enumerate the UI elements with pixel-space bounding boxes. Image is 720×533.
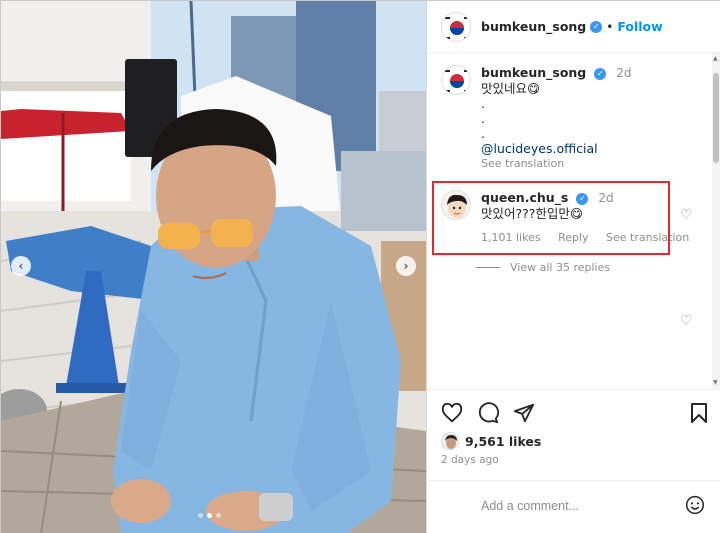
photo-illustration <box>1 1 426 533</box>
view-replies-toggle[interactable]: View all 35 replies <box>476 261 610 274</box>
comment-timestamp: 2d <box>598 191 614 205</box>
view-replies-label[interactable]: View all 35 replies <box>510 261 610 274</box>
verified-badge-icon: ✓ <box>576 192 589 205</box>
caption-mention-link[interactable]: @lucideyes.official <box>481 141 631 156</box>
caption-line: . <box>481 126 485 141</box>
likes-row: 9,561 likes <box>441 432 541 450</box>
comment-body: queen.chu_s ✓ 2d 맛있어???한입만😋 1,101 likes … <box>481 190 703 245</box>
comment-item: queen.chu_s ✓ 2d 맛있어???한입만😋 1,101 likes … <box>441 190 703 245</box>
scroll-down-arrow-icon[interactable]: ▼ <box>713 379 718 386</box>
carousel-dot <box>216 513 221 518</box>
verified-badge-icon: ✓ <box>594 67 607 80</box>
comments-scrollbar[interactable]: ▲ ▼ <box>712 53 720 388</box>
add-comment-input[interactable] <box>481 499 671 513</box>
post-header: bumkeun_song ✓ • Follow <box>427 1 720 53</box>
comment-icon[interactable] <box>477 402 499 424</box>
caption-avatar[interactable] <box>441 65 471 95</box>
scroll-up-arrow-icon[interactable]: ▲ <box>713 55 718 62</box>
caption-timestamp: 2d <box>616 66 632 80</box>
comment-see-translation[interactable]: See translation <box>606 231 689 244</box>
post-likes-count[interactable]: 9,561 likes <box>465 434 541 449</box>
instagram-post-window: ‹ › bumkeun_song ✓ • Follow bumkeun_song… <box>0 0 720 533</box>
reply-button[interactable]: Reply <box>558 231 588 244</box>
emoji-icon[interactable] <box>685 495 705 515</box>
caption-line: . <box>481 96 485 111</box>
replies-line <box>476 267 500 268</box>
comment-likes-count[interactable]: 1,101 likes <box>481 231 541 244</box>
comment-text: 맛있어???한입만😋 <box>481 206 583 221</box>
post-side-panel: bumkeun_song ✓ • Follow bumkeun_song ✓ 2… <box>426 1 720 533</box>
action-icons <box>441 402 535 424</box>
bookmark-icon[interactable] <box>689 402 709 424</box>
comment-meta: 1,101 likes Reply See translation <box>481 230 703 245</box>
verified-badge-icon: ✓ <box>590 20 603 33</box>
add-comment-bar <box>427 480 720 533</box>
like-heart-icon[interactable] <box>441 402 463 424</box>
carousel-next-button[interactable]: › <box>396 256 416 276</box>
post-photo[interactable]: ‹ › <box>1 1 426 533</box>
carousel-dot <box>198 513 203 518</box>
separator-dot: • <box>606 19 614 34</box>
caption-body: bumkeun_song ✓ 2d 맛있네요😋 . . . @lucideyes… <box>481 65 631 171</box>
caption-see-translation[interactable]: See translation <box>481 156 631 171</box>
author-avatar[interactable] <box>441 11 471 42</box>
caption-comment: bumkeun_song ✓ 2d 맛있네요😋 . . . @lucideyes… <box>441 65 631 171</box>
commenter-username[interactable]: queen.chu_s <box>481 190 568 205</box>
liker-avatar[interactable] <box>441 432 459 450</box>
post-date: 2 days ago <box>441 454 499 466</box>
comment-like-heart-icon[interactable]: ♡ <box>680 313 693 329</box>
caption-line: 맛있네요😋 <box>481 81 541 96</box>
follow-button[interactable]: Follow <box>617 19 662 34</box>
comment-like-heart-icon[interactable]: ♡ <box>680 207 693 223</box>
carousel-prev-button[interactable]: ‹ <box>11 256 31 276</box>
caption-line: . <box>481 111 485 126</box>
scroll-thumb[interactable] <box>713 73 719 163</box>
post-actions: 9,561 likes 2 days ago <box>427 389 720 533</box>
carousel-dot-active <box>207 513 212 518</box>
commenter-avatar[interactable] <box>441 190 471 220</box>
carousel-dots <box>198 513 221 518</box>
caption-username[interactable]: bumkeun_song <box>481 65 586 80</box>
author-username[interactable]: bumkeun_song <box>481 19 586 34</box>
share-icon[interactable] <box>513 402 535 424</box>
comments-list[interactable]: bumkeun_song ✓ 2d 맛있네요😋 . . . @lucideyes… <box>427 53 713 388</box>
